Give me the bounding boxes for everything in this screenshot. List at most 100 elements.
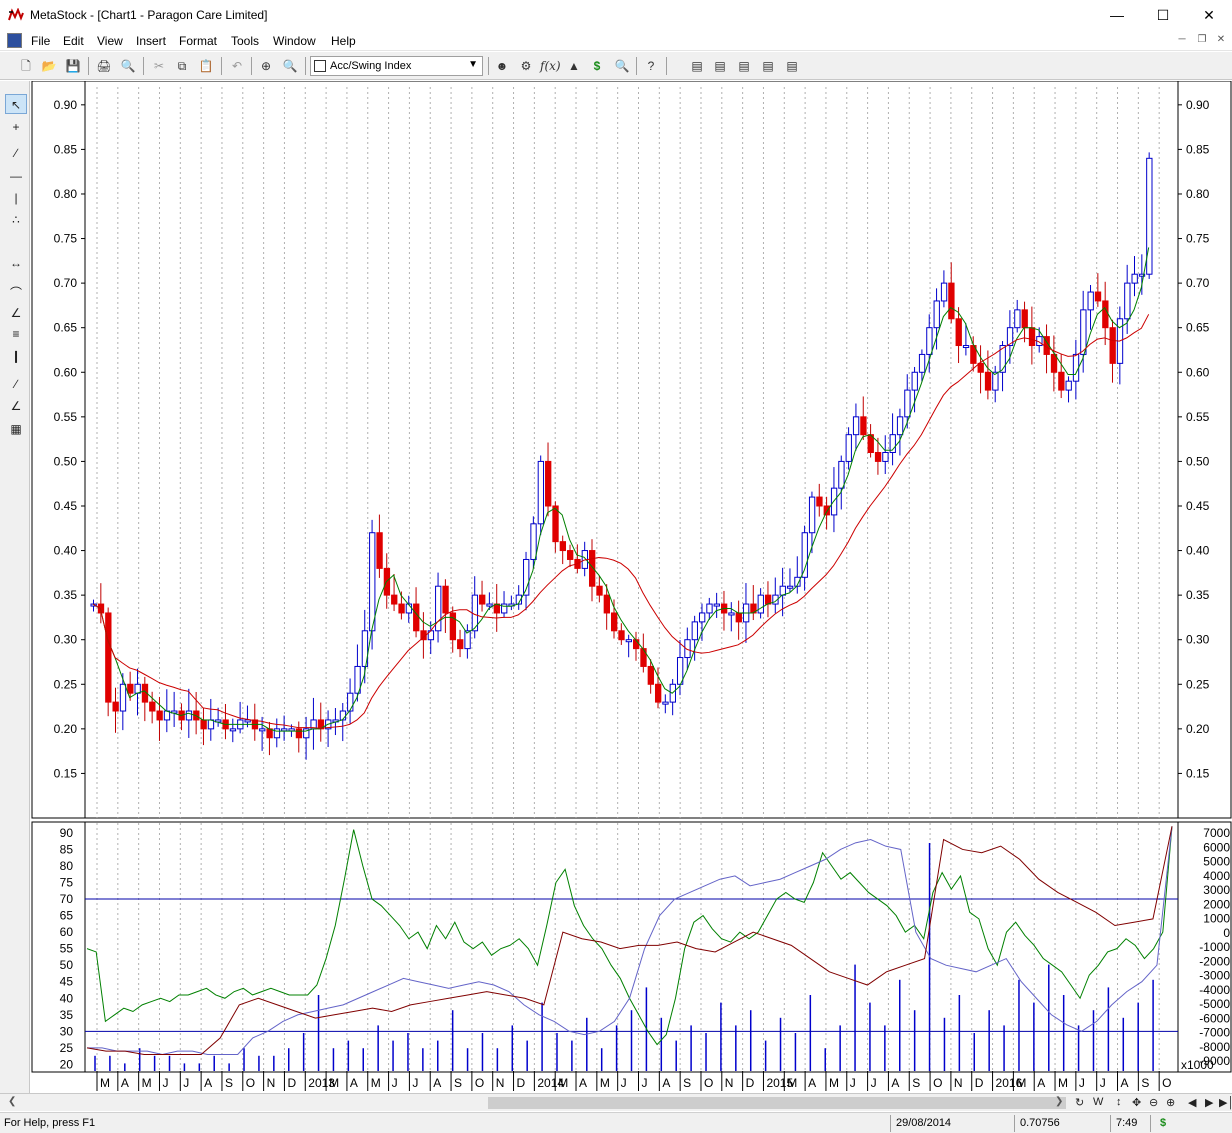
chart-tool-2-icon[interactable]: ▤ bbox=[710, 56, 730, 76]
vertical-line-icon[interactable]: | bbox=[5, 188, 27, 208]
context-help-icon[interactable]: ? bbox=[641, 56, 661, 76]
price-tick-label-left: 0.25 bbox=[54, 677, 78, 691]
chart-svg: 0.90 0.90 0.85 0.85 0.80 0.80 0.75 0.75 0.70 0.70… bbox=[31, 80, 1232, 1091]
print-preview-icon[interactable]: 🔍 bbox=[118, 56, 138, 76]
menu-view[interactable]: View bbox=[97, 34, 123, 48]
cut-icon[interactable]: ✂ bbox=[149, 56, 169, 76]
pointer-icon[interactable]: ↖ bbox=[5, 94, 27, 114]
candle-down bbox=[823, 505, 830, 516]
expert-advisor-icon[interactable]: ☻ bbox=[492, 56, 512, 76]
price-tick-label-right: 0.80 bbox=[1186, 187, 1210, 201]
time-axis-label: A bbox=[662, 1076, 670, 1090]
candle-up bbox=[691, 621, 698, 641]
gann-grid-icon[interactable]: ▦ bbox=[5, 419, 27, 439]
candle-down bbox=[149, 701, 156, 712]
fibonacci-time-zones-icon[interactable]: ❙ bbox=[5, 346, 27, 366]
copy-icon[interactable]: ⧉ bbox=[172, 56, 192, 76]
indicator-tick-label-left: 55 bbox=[60, 942, 74, 956]
time-axis-label: S bbox=[1141, 1076, 1149, 1090]
chart-tool-4-icon[interactable]: ▤ bbox=[758, 56, 778, 76]
candle-up bbox=[882, 452, 889, 462]
horizontal-line-icon[interactable]: — bbox=[5, 166, 27, 186]
time-axis-label: J bbox=[871, 1076, 877, 1090]
candle-down bbox=[545, 460, 552, 507]
refresh-icon[interactable]: ↻ bbox=[1075, 1096, 1084, 1109]
menu-window[interactable]: Window bbox=[273, 34, 316, 48]
crosshair-icon[interactable]: ⊕ bbox=[256, 56, 276, 76]
candle-up bbox=[163, 710, 171, 721]
new-icon[interactable]: 🗋 bbox=[16, 56, 36, 76]
horizontal-scrollbar[interactable]: ❮ ❯ ↻ W ↕ ✥ ⊖ ⊕ ◀ ▶ ▶│ bbox=[0, 1093, 1232, 1111]
binoculars-icon[interactable]: 🔍 bbox=[612, 56, 632, 76]
zoom-icon[interactable]: 🔍 bbox=[280, 56, 300, 76]
price-tick-label-left: 0.55 bbox=[54, 410, 78, 424]
maximize-button[interactable]: ☐ bbox=[1140, 0, 1186, 31]
candle-up bbox=[134, 683, 141, 694]
dollar-icon[interactable]: $ bbox=[587, 56, 607, 76]
menu-help[interactable]: Help bbox=[331, 34, 356, 48]
close-button[interactable]: ✕ bbox=[1186, 0, 1232, 31]
zoom-in-icon[interactable]: ⊕ bbox=[1166, 1096, 1175, 1109]
scroll-thumb[interactable] bbox=[488, 1097, 1066, 1109]
candle-up bbox=[207, 719, 215, 730]
time-axis-label: A bbox=[350, 1076, 358, 1090]
page-left-icon[interactable]: ◀ bbox=[1188, 1096, 1196, 1109]
chart-window-icon[interactable] bbox=[7, 33, 22, 48]
undo-icon[interactable]: ↶ bbox=[227, 56, 247, 76]
mdi-close-button[interactable]: ✕ bbox=[1213, 34, 1229, 45]
menu-tools[interactable]: Tools bbox=[231, 34, 259, 48]
candle-down bbox=[1028, 327, 1036, 347]
menu-file[interactable]: File bbox=[31, 34, 50, 48]
paste-icon[interactable]: 📋 bbox=[196, 56, 216, 76]
gann-fan-icon[interactable]: ∠ bbox=[5, 396, 27, 416]
move-icon[interactable]: ✥ bbox=[1132, 1096, 1141, 1109]
time-axis-label: N bbox=[954, 1076, 963, 1090]
mdi-minimize-button[interactable]: ─ bbox=[1174, 34, 1190, 45]
chart-tool-3-icon[interactable]: ▤ bbox=[734, 56, 754, 76]
print-icon[interactable]: 🖨 bbox=[94, 56, 114, 76]
fibonacci-fan-icon[interactable]: ∠ bbox=[5, 303, 27, 323]
page-right-icon[interactable]: ▶ bbox=[1205, 1096, 1213, 1109]
menu-edit[interactable]: Edit bbox=[63, 34, 84, 48]
mdi-restore-button[interactable]: ❐ bbox=[1194, 34, 1210, 45]
cycle-lines-icon[interactable]: ∴ bbox=[5, 210, 27, 230]
candle-down bbox=[105, 612, 112, 703]
explorer-icon[interactable]: ⚙ bbox=[516, 56, 536, 76]
minimize-button[interactable]: — bbox=[1094, 0, 1140, 31]
candle-down bbox=[127, 683, 134, 694]
candle-down bbox=[398, 603, 405, 614]
indicator-tick-label-right: 0 bbox=[1223, 926, 1230, 940]
time-axis-label: M bbox=[600, 1076, 610, 1090]
candle-up bbox=[347, 692, 354, 712]
save-icon[interactable]: 💾 bbox=[63, 56, 83, 76]
indicator-builder-icon[interactable]: f(x) bbox=[540, 56, 561, 76]
menu-insert[interactable]: Insert bbox=[136, 34, 166, 48]
zoom-out-icon[interactable]: ⊖ bbox=[1149, 1096, 1158, 1109]
chart-tool-5-icon[interactable]: ▤ bbox=[782, 56, 802, 76]
vertical-scale-icon[interactable]: ↕ bbox=[1116, 1096, 1122, 1108]
chart-tool-1-icon[interactable]: ▤ bbox=[687, 56, 707, 76]
candle-up bbox=[259, 728, 266, 732]
price-tick-label-left: 0.80 bbox=[54, 187, 78, 201]
open-icon[interactable]: 📂 bbox=[39, 56, 59, 76]
candle-up bbox=[779, 585, 786, 596]
chart-area[interactable]: 0.90 0.90 0.85 0.85 0.80 0.80 0.75 0.75 0.70 0.70… bbox=[31, 80, 1232, 1093]
indicator-tick-label-left: 65 bbox=[60, 909, 74, 923]
weekly-icon[interactable]: W bbox=[1093, 1096, 1103, 1108]
scroll-right-icon[interactable]: ❯ bbox=[1055, 1096, 1063, 1107]
indicator-select[interactable]: Acc/Swing Index ▼ bbox=[310, 56, 483, 76]
trendline-icon[interactable]: ∕ bbox=[5, 143, 27, 163]
time-axis-label: M bbox=[558, 1076, 568, 1090]
candle-up bbox=[904, 389, 911, 418]
scroll-left-icon[interactable]: ❮ bbox=[8, 1096, 16, 1107]
candle-up bbox=[281, 728, 288, 732]
price-tick-label-right: 0.30 bbox=[1186, 633, 1210, 647]
fibonacci-retracement-icon[interactable]: ≡ bbox=[5, 324, 27, 344]
menu-format[interactable]: Format bbox=[179, 34, 217, 48]
channel-icon[interactable]: ↔ bbox=[5, 253, 27, 273]
line-tool-icon[interactable]: ∕ bbox=[5, 374, 27, 394]
end-icon[interactable]: ▶│ bbox=[1219, 1096, 1232, 1109]
crosshair-tool-icon[interactable]: + bbox=[5, 117, 27, 137]
fibonacci-arcs-icon[interactable]: ⌒ bbox=[5, 283, 27, 303]
system-tester-icon[interactable]: ▲ bbox=[564, 56, 584, 76]
